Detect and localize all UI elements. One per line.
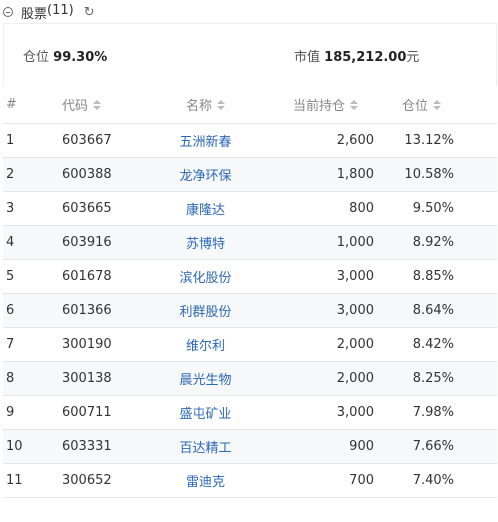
market-value-label: 市值 <box>294 50 321 65</box>
stock-name-link[interactable]: 利群股份 <box>153 294 258 327</box>
column-qty-label: 当前持仓 <box>293 99 346 114</box>
section-title: 股票 (11) <box>21 3 74 22</box>
stock-qty: 3,000 <box>336 269 374 284</box>
stock-code: 600388 <box>62 167 112 182</box>
stock-qty: 3,000 <box>336 303 374 318</box>
stock-name-link[interactable]: 康隆达 <box>153 192 258 225</box>
stock-qty: 2,600 <box>336 133 374 148</box>
market-value-unit: 元 <box>406 50 420 65</box>
stock-name-link[interactable]: 雷迪克 <box>153 464 258 497</box>
section-title-count: (11) <box>47 2 74 18</box>
stock-position: 9.50% <box>412 201 454 216</box>
market-value: 185,212.00 <box>324 50 407 65</box>
sort-icon[interactable] <box>217 99 225 110</box>
stock-code: 603916 <box>62 235 112 250</box>
row-index: 1 <box>6 133 15 148</box>
table-row[interactable]: 4 603916 苏博特 1,000 8.92% <box>3 226 497 260</box>
sort-icon[interactable] <box>93 99 102 110</box>
holdings-table: # 代码 名称 当前持仓 仓位 1 603667 五洲新春 2,600 13.1… <box>3 86 497 498</box>
table-row[interactable]: 3 603665 康隆达 800 9.50% <box>3 192 497 226</box>
stock-qty: 2,000 <box>336 337 374 352</box>
stock-code: 603665 <box>62 201 112 216</box>
stock-code: 601678 <box>62 269 112 284</box>
stock-position: 8.92% <box>412 235 454 250</box>
row-index: 4 <box>6 235 15 250</box>
row-index: 9 <box>6 405 15 420</box>
stock-name-link[interactable]: 盛屯矿业 <box>153 396 258 429</box>
section-title-label: 股票 <box>21 6 48 22</box>
stock-code: 300190 <box>62 337 112 352</box>
table-row[interactable]: 10 603331 百达精工 900 7.66% <box>3 430 497 464</box>
table-header: # 代码 名称 当前持仓 仓位 <box>3 86 497 124</box>
stock-name-link[interactable]: 晨光生物 <box>153 362 258 395</box>
position-summary: 仓位 99.30% <box>23 46 107 65</box>
table-row[interactable]: 11 300652 雷迪克 700 7.40% <box>3 464 497 498</box>
row-index: 7 <box>6 337 15 352</box>
column-name-label: 名称 <box>185 99 212 114</box>
stock-name-link[interactable]: 龙净环保 <box>153 158 258 191</box>
row-index: 5 <box>6 269 15 284</box>
stock-code: 603331 <box>62 439 112 454</box>
column-code[interactable]: 代码 <box>62 86 102 123</box>
stock-qty: 900 <box>349 439 374 454</box>
column-name[interactable]: 名称 <box>153 86 258 123</box>
stock-code: 603667 <box>62 133 112 148</box>
stock-code: 600711 <box>62 405 112 420</box>
portfolio-summary: 仓位 99.30% 市值 185,212.00元 <box>3 23 497 86</box>
stock-position: 8.64% <box>412 303 454 318</box>
stock-position: 10.58% <box>404 167 454 182</box>
row-index: 6 <box>6 303 15 318</box>
position-label: 仓位 <box>23 50 50 65</box>
stock-position: 8.85% <box>412 269 454 284</box>
table-row[interactable]: 5 601678 滨化股份 3,000 8.85% <box>3 260 497 294</box>
refresh-icon[interactable]: ↻ <box>84 6 95 19</box>
column-index: # <box>6 97 17 112</box>
stock-name-link[interactable]: 滨化股份 <box>153 260 258 293</box>
stock-code: 300138 <box>62 371 112 386</box>
stock-qty: 3,000 <box>336 405 374 420</box>
table-row[interactable]: 8 300138 晨光生物 2,000 8.25% <box>3 362 497 396</box>
stock-qty: 800 <box>349 201 374 216</box>
row-index: 11 <box>6 473 23 488</box>
stock-name-link[interactable]: 五洲新春 <box>153 124 258 157</box>
table-row[interactable]: 6 601366 利群股份 3,000 8.64% <box>3 294 497 328</box>
sort-icon[interactable] <box>433 99 442 110</box>
row-index: 8 <box>6 371 15 386</box>
table-row[interactable]: 2 600388 龙净环保 1,800 10.58% <box>3 158 497 192</box>
collapse-icon[interactable] <box>3 7 13 17</box>
column-position-label: 仓位 <box>402 99 429 114</box>
stocks-section-header[interactable]: 股票 (11) ↻ <box>0 0 498 24</box>
row-index: 3 <box>6 201 15 216</box>
column-position[interactable]: 仓位 <box>402 86 442 123</box>
row-index: 10 <box>6 439 23 454</box>
stock-position: 7.98% <box>412 405 454 420</box>
stock-qty: 700 <box>349 473 374 488</box>
stock-position: 13.12% <box>404 133 454 148</box>
stock-qty: 1,800 <box>336 167 374 182</box>
table-row[interactable]: 7 300190 维尔利 2,000 8.42% <box>3 328 497 362</box>
stock-position: 8.42% <box>412 337 454 352</box>
stock-name-link[interactable]: 百达精工 <box>153 430 258 463</box>
stock-qty: 1,000 <box>336 235 374 250</box>
stock-position: 7.40% <box>412 473 454 488</box>
position-value: 99.30% <box>53 50 108 65</box>
stock-position: 8.25% <box>412 371 454 386</box>
stock-qty: 2,000 <box>336 371 374 386</box>
column-qty[interactable]: 当前持仓 <box>293 86 359 123</box>
sort-icon[interactable] <box>350 99 359 110</box>
stock-position: 7.66% <box>412 439 454 454</box>
stock-code: 300652 <box>62 473 112 488</box>
stock-name-link[interactable]: 苏博特 <box>153 226 258 259</box>
stock-code: 601366 <box>62 303 112 318</box>
column-code-label: 代码 <box>62 99 89 114</box>
table-row[interactable]: 9 600711 盛屯矿业 3,000 7.98% <box>3 396 497 430</box>
table-row[interactable]: 1 603667 五洲新春 2,600 13.12% <box>3 124 497 158</box>
stock-name-link[interactable]: 维尔利 <box>153 328 258 361</box>
row-index: 2 <box>6 167 15 182</box>
market-value-summary: 市值 185,212.00元 <box>294 46 419 65</box>
